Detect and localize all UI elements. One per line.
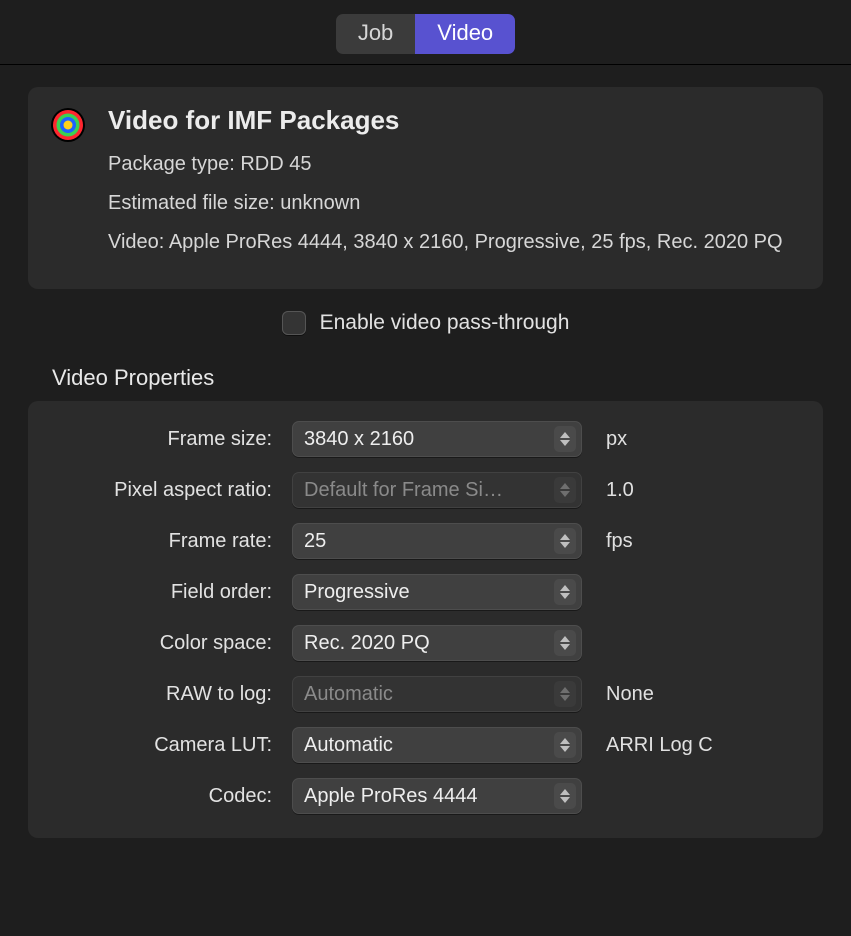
label-codec: Codec: <box>50 785 272 808</box>
passthrough-checkbox[interactable] <box>282 311 306 335</box>
chevron-up-down-icon <box>554 426 576 452</box>
select-frame-rate[interactable]: 25 <box>292 523 582 559</box>
summary-est-size: Estimated file size: unknown <box>108 189 783 218</box>
chevron-up-down-icon <box>554 681 576 707</box>
label-color-space: Color space: <box>50 632 272 655</box>
label-pixel-aspect: Pixel aspect ratio: <box>50 479 272 502</box>
suffix-frame-size: px <box>602 428 801 451</box>
video-properties-panel: Frame size: 3840 x 2160 px Pixel aspect … <box>28 401 823 838</box>
preset-target-icon <box>50 107 86 143</box>
tab-bar: Job Video <box>0 0 851 65</box>
section-title-video-properties: Video Properties <box>52 365 823 391</box>
row-camera-lut: Camera LUT: Automatic ARRI Log C <box>50 727 801 763</box>
row-codec: Codec: Apple ProRes 4444 <box>50 778 801 814</box>
select-pixel-aspect: Default for Frame Si… <box>292 472 582 508</box>
chevron-up-down-icon <box>554 477 576 503</box>
tab-job[interactable]: Job <box>336 14 415 54</box>
label-frame-size: Frame size: <box>50 428 272 451</box>
tab-video[interactable]: Video <box>415 14 515 54</box>
select-field-order[interactable]: Progressive <box>292 574 582 610</box>
suffix-pixel-aspect: 1.0 <box>602 479 801 502</box>
passthrough-row: Enable video pass-through <box>28 311 823 335</box>
row-pixel-aspect: Pixel aspect ratio: Default for Frame Si… <box>50 472 801 508</box>
label-camera-lut: Camera LUT: <box>50 734 272 757</box>
summary-package-type: Package type: RDD 45 <box>108 150 783 179</box>
select-color-space[interactable]: Rec. 2020 PQ <box>292 625 582 661</box>
segmented-control: Job Video <box>336 14 515 54</box>
select-codec[interactable]: Apple ProRes 4444 <box>292 778 582 814</box>
row-color-space: Color space: Rec. 2020 PQ <box>50 625 801 661</box>
row-raw-to-log: RAW to log: Automatic None <box>50 676 801 712</box>
row-frame-rate: Frame rate: 25 fps <box>50 523 801 559</box>
suffix-raw-to-log: None <box>602 683 801 706</box>
chevron-up-down-icon <box>554 579 576 605</box>
summary-text: Video for IMF Packages Package type: RDD… <box>108 105 783 267</box>
passthrough-label: Enable video pass-through <box>320 311 570 335</box>
summary-box: Video for IMF Packages Package type: RDD… <box>28 87 823 289</box>
label-frame-rate: Frame rate: <box>50 530 272 553</box>
select-frame-size[interactable]: 3840 x 2160 <box>292 421 582 457</box>
summary-video: Video: Apple ProRes 4444, 3840 x 2160, P… <box>108 228 783 257</box>
suffix-frame-rate: fps <box>602 530 801 553</box>
label-field-order: Field order: <box>50 581 272 604</box>
chevron-up-down-icon <box>554 630 576 656</box>
label-raw-to-log: RAW to log: <box>50 683 272 706</box>
chevron-up-down-icon <box>554 528 576 554</box>
select-raw-to-log: Automatic <box>292 676 582 712</box>
suffix-camera-lut: ARRI Log C <box>602 734 801 757</box>
chevron-up-down-icon <box>554 783 576 809</box>
select-camera-lut[interactable]: Automatic <box>292 727 582 763</box>
row-frame-size: Frame size: 3840 x 2160 px <box>50 421 801 457</box>
summary-title: Video for IMF Packages <box>108 105 783 136</box>
chevron-up-down-icon <box>554 732 576 758</box>
row-field-order: Field order: Progressive <box>50 574 801 610</box>
